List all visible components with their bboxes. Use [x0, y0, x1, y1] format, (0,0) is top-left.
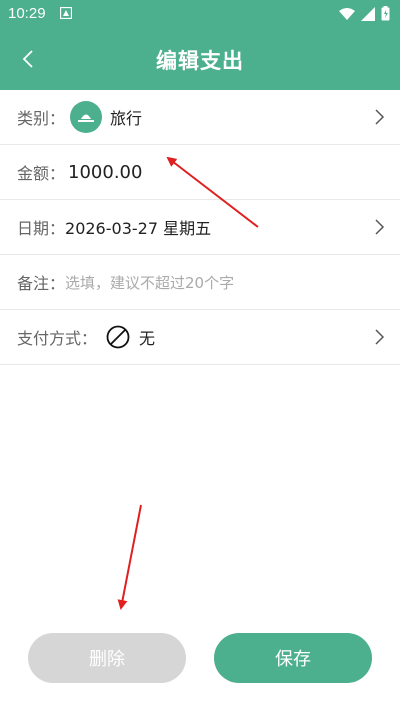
payment-label: 支付方式：: [17, 329, 98, 348]
annotation-arrow-delete: [117, 504, 142, 610]
note-input[interactable]: 选填，建议不超过20个字: [65, 272, 234, 293]
amount-row[interactable]: 金额： 1000.00: [0, 145, 400, 200]
payment-value: 无: [139, 329, 156, 348]
status-bar: 10:29: [0, 0, 400, 28]
save-button[interactable]: 保存: [214, 633, 372, 683]
status-time: 10:29: [8, 5, 46, 22]
expense-form: 类别： 旅行 金额： 1000.00 日期： 2026-03-27 星期五 备注…: [0, 90, 400, 365]
amount-input[interactable]: 1000.00: [68, 162, 142, 183]
chevron-right-icon: [375, 219, 385, 235]
date-row[interactable]: 日期： 2026-03-27 星期五: [0, 200, 400, 255]
page-title: 编辑支出: [156, 49, 244, 73]
title-bar: 编辑支出: [0, 28, 400, 90]
battery-icon: [381, 6, 390, 21]
delete-button[interactable]: 删除: [28, 633, 186, 683]
screen: 10:29 编辑支出 类别： 旅行 金额： 1000.00 日期： 2026-0…: [0, 0, 400, 710]
chevron-right-icon: [375, 329, 385, 345]
category-row[interactable]: 类别： 旅行: [0, 90, 400, 145]
chevron-right-icon: [375, 109, 385, 125]
status-icons: [339, 6, 390, 21]
notification-icon: [60, 7, 72, 19]
travel-icon: [70, 101, 103, 133]
note-row[interactable]: 备注： 选填，建议不超过20个字: [0, 255, 400, 310]
category-label: 类别：: [17, 109, 66, 128]
no-entry-icon: [105, 324, 131, 350]
date-label: 日期：: [17, 219, 66, 238]
payment-row[interactable]: 支付方式： 无: [0, 310, 400, 365]
note-label: 备注：: [17, 274, 66, 293]
signal-icon: [361, 6, 375, 21]
amount-label: 金额：: [17, 164, 66, 183]
date-value: 2026-03-27 星期五: [65, 219, 212, 238]
wifi-icon: [339, 7, 355, 20]
category-value: 旅行: [110, 109, 143, 128]
